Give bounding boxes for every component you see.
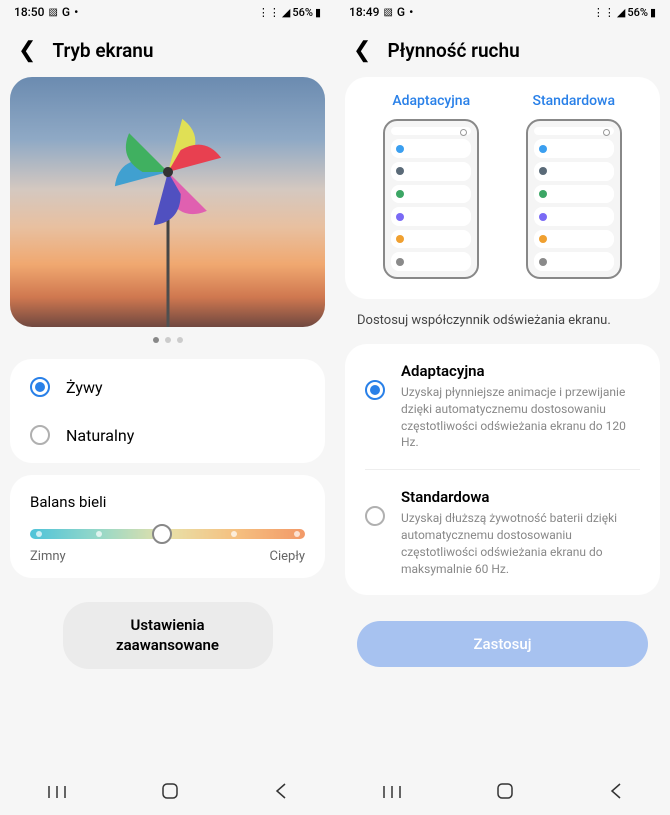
- radio-icon: [365, 380, 385, 400]
- navbar: [335, 771, 670, 815]
- preview-label: Standardowa: [532, 93, 615, 109]
- slider-thumb[interactable]: [152, 524, 172, 544]
- screen-display-mode: 18:50 ▧ G • ⋮⋮ ◢ 56% ▮ ❮ Tryb ekranu: [0, 0, 335, 815]
- status-battery: 56%: [627, 6, 648, 19]
- status-time: 18:50: [14, 5, 44, 19]
- dot-icon: •: [74, 5, 78, 19]
- back-icon[interactable]: ❮: [18, 38, 36, 63]
- pinwheel-icon: [98, 102, 238, 242]
- section-description: Dostosuj współczynnik odświeżania ekranu…: [335, 303, 670, 338]
- mode-label: Żywy: [66, 378, 103, 397]
- preview-row: Adaptacyjna Standardowa: [345, 77, 660, 299]
- option-title: Adaptacyjna: [401, 362, 640, 380]
- statusbar: 18:49 ▧ G • ⋮⋮ ◢ 56% ▮: [335, 0, 670, 24]
- image-icon: ▧: [383, 7, 392, 18]
- back-icon[interactable]: ❮: [353, 38, 371, 63]
- white-balance-card: Balans bieli Zimny Ciepły: [10, 475, 325, 578]
- nav-recents-icon[interactable]: [383, 784, 401, 803]
- mode-options-card: Żywy Naturalny: [10, 359, 325, 463]
- screen-motion-smoothness: 18:49 ▧ G • ⋮⋮ ◢ 56% ▮ ❮ Płynność ruchu …: [335, 0, 670, 815]
- smoothness-options-card: Adaptacyjna Uzyskaj płynniejsze animacje…: [345, 344, 660, 595]
- option-standard[interactable]: Standardowa Uzyskaj dłuższą żywotność ba…: [365, 469, 640, 595]
- white-balance-title: Balans bieli: [30, 493, 305, 511]
- dot-2[interactable]: [165, 337, 171, 343]
- mode-option-vivid[interactable]: Żywy: [10, 363, 325, 411]
- dot-1[interactable]: [153, 337, 159, 343]
- statusbar: 18:50 ▧ G • ⋮⋮ ◢ 56% ▮: [0, 0, 335, 24]
- signal-icon: ◢: [617, 6, 625, 19]
- option-desc: Uzyskaj dłuższą żywotność baterii dzięki…: [401, 510, 640, 577]
- radio-icon: [365, 506, 385, 526]
- status-battery: 56%: [292, 6, 313, 19]
- option-adaptive[interactable]: Adaptacyjna Uzyskaj płynniejsze animacje…: [345, 344, 660, 469]
- signal-icon: ◢: [282, 6, 290, 19]
- option-desc: Uzyskaj płynniejsze animacje i przewijan…: [401, 384, 640, 451]
- page-title: Płynność ruchu: [387, 39, 519, 62]
- preview-standard[interactable]: Standardowa: [526, 93, 622, 279]
- wifi-icon: ⋮⋮: [258, 6, 280, 19]
- preview-image[interactable]: [10, 77, 325, 327]
- page-title: Tryb ekranu: [52, 39, 153, 62]
- navbar: [0, 771, 335, 815]
- page-indicator: [0, 327, 335, 353]
- status-time: 18:49: [349, 5, 379, 19]
- mock-device-icon: [526, 119, 622, 279]
- mock-device-icon: [383, 119, 479, 279]
- status-g: G: [397, 5, 405, 19]
- nav-home-icon[interactable]: [496, 782, 514, 804]
- battery-icon: ▮: [650, 6, 656, 19]
- nav-recents-icon[interactable]: [48, 784, 66, 803]
- wb-cold-label: Zimny: [30, 549, 66, 564]
- preview-adaptive[interactable]: Adaptacyjna: [383, 93, 479, 279]
- apply-button[interactable]: Zastosuj: [357, 621, 648, 667]
- option-title: Standardowa: [401, 488, 640, 506]
- white-balance-slider[interactable]: [30, 529, 305, 539]
- image-icon: ▧: [48, 7, 57, 18]
- dot-3[interactable]: [177, 337, 183, 343]
- nav-back-icon[interactable]: [609, 782, 623, 804]
- titlebar: ❮ Tryb ekranu: [0, 24, 335, 73]
- preview-label: Adaptacyjna: [392, 93, 470, 109]
- nav-back-icon[interactable]: [274, 782, 288, 804]
- status-g: G: [62, 5, 70, 19]
- titlebar: ❮ Płynność ruchu: [335, 24, 670, 73]
- mode-label: Naturalny: [66, 426, 134, 445]
- dot-icon: •: [409, 5, 413, 19]
- radio-icon: [30, 377, 50, 397]
- radio-icon: [30, 425, 50, 445]
- battery-icon: ▮: [315, 6, 321, 19]
- wb-warm-label: Ciepły: [270, 549, 305, 564]
- nav-home-icon[interactable]: [161, 782, 179, 804]
- wifi-icon: ⋮⋮: [593, 6, 615, 19]
- advanced-settings-button[interactable]: Ustawienia zaawansowane: [63, 602, 273, 669]
- mode-option-natural[interactable]: Naturalny: [10, 411, 325, 459]
